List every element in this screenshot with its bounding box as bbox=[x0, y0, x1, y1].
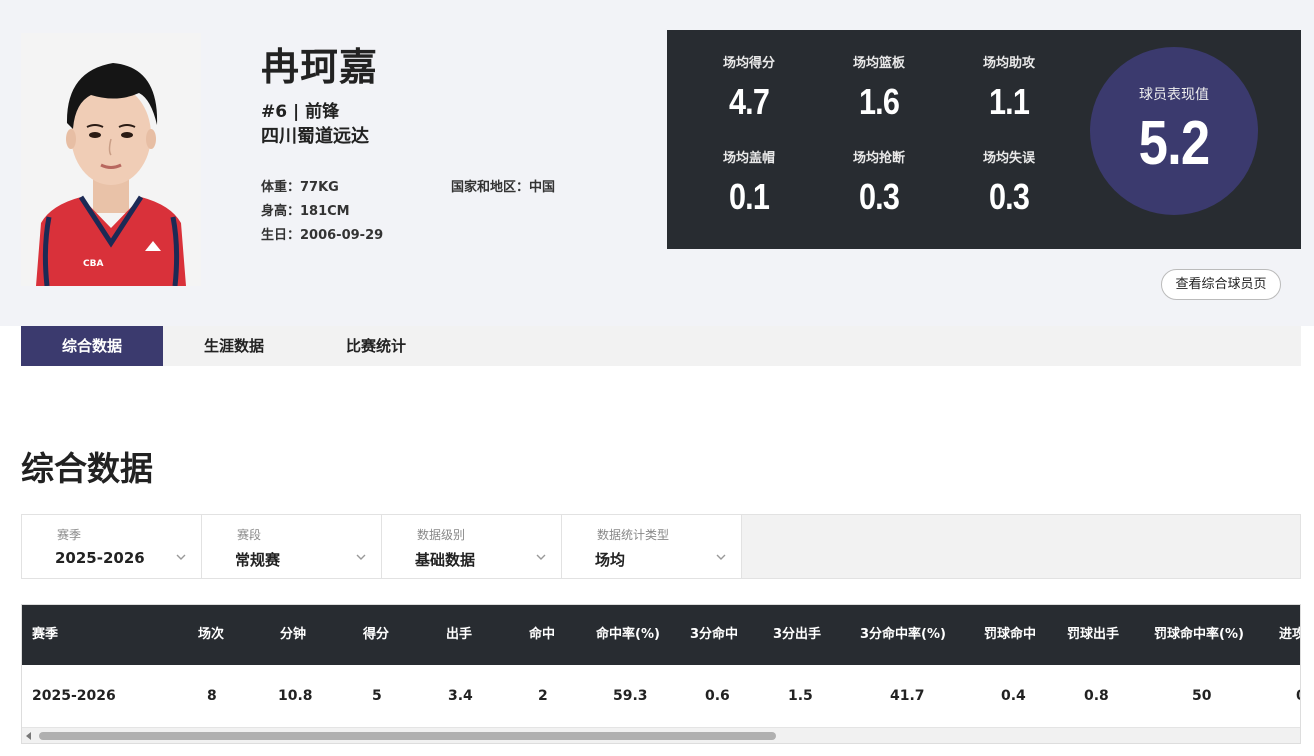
table-cell: 8 bbox=[207, 688, 217, 704]
stat-label: 场均失误 bbox=[982, 151, 1035, 166]
column-header: 赛季 bbox=[32, 627, 59, 642]
column-header: 罚球出手 bbox=[1067, 627, 1120, 642]
table-cell: 2 bbox=[538, 688, 548, 704]
section-title: 综合数据 bbox=[21, 449, 153, 488]
filter-label: 赛季 bbox=[57, 528, 82, 542]
chevron-down-icon bbox=[716, 554, 726, 560]
tab-overall-data[interactable]: 综合数据 bbox=[21, 326, 163, 366]
stat-value: 1.6 bbox=[858, 81, 900, 122]
stat-type-select[interactable]: 数据统计类型 场均 bbox=[562, 515, 742, 578]
filter-label: 赛段 bbox=[237, 528, 262, 542]
tab-game-stats[interactable]: 比赛统计 bbox=[305, 326, 447, 366]
tab-career-data[interactable]: 生涯数据 bbox=[163, 326, 305, 366]
stat-value: 0.1 bbox=[728, 176, 770, 217]
view-player-page-button[interactable]: 查看综合球员页 bbox=[1161, 269, 1281, 300]
column-header: 出手 bbox=[446, 627, 473, 642]
table-cell: 0 bbox=[1296, 665, 1300, 727]
column-header: 罚球命中 bbox=[984, 627, 1037, 642]
table-cell: 50 bbox=[1192, 688, 1212, 704]
table-cell: 59.3 bbox=[613, 688, 648, 704]
stat-points: 场均得分 4.7 bbox=[694, 52, 804, 123]
chevron-down-icon bbox=[356, 554, 366, 560]
stat-value: 4.7 bbox=[728, 81, 770, 122]
column-header: 命中率(%) bbox=[596, 627, 660, 642]
filter-value: 基础数据 bbox=[415, 551, 476, 569]
stat-assists: 场均助攻 1.1 bbox=[954, 52, 1064, 123]
table-cell: 5 bbox=[372, 688, 382, 704]
table-cell: 10.8 bbox=[278, 688, 313, 704]
player-number-position: #6 | 前锋 bbox=[261, 102, 340, 122]
player-birthday: 生日：2006-09-29 bbox=[261, 228, 384, 243]
stat-label: 场均篮板 bbox=[852, 56, 905, 71]
scroll-left-arrow-icon[interactable] bbox=[26, 732, 31, 740]
stat-value: 1.1 bbox=[988, 81, 1030, 122]
column-header: 3分命中 bbox=[690, 627, 739, 642]
stat-label: 场均得分 bbox=[722, 56, 775, 71]
chevron-down-icon bbox=[176, 554, 186, 560]
filter-label: 数据级别 bbox=[417, 528, 466, 542]
player-weight: 体重：77KG bbox=[261, 180, 339, 195]
table-cell: 0.8 bbox=[1084, 688, 1109, 704]
table-cell: 1.5 bbox=[788, 688, 813, 704]
table-cell: 0.6 bbox=[705, 688, 730, 704]
player-photo: CBA bbox=[21, 33, 201, 286]
chevron-down-icon bbox=[536, 554, 546, 560]
filter-value: 常规赛 bbox=[235, 551, 281, 569]
stat-label: 场均盖帽 bbox=[722, 151, 775, 166]
filter-value: 2025-2026 bbox=[55, 549, 145, 567]
column-header: 命中 bbox=[529, 627, 556, 642]
player-team: 四川蜀道远达 bbox=[261, 126, 369, 147]
column-header: 3分出手 bbox=[773, 627, 822, 642]
column-header: 得分 bbox=[363, 627, 390, 642]
performance-label: 球员表现值 bbox=[1139, 87, 1209, 103]
data-level-select[interactable]: 数据级别 基础数据 bbox=[382, 515, 562, 578]
stat-turnovers: 场均失误 0.3 bbox=[954, 147, 1064, 218]
stat-steals: 场均抢断 0.3 bbox=[824, 147, 934, 218]
stat-value: 0.3 bbox=[988, 176, 1030, 217]
table-cell: 0.4 bbox=[1001, 688, 1026, 704]
table-cell: 3.4 bbox=[448, 688, 473, 704]
performance-value: 5.2 bbox=[1138, 109, 1211, 178]
player-name: 冉珂嘉 bbox=[261, 45, 379, 89]
season-select[interactable]: 赛季 2025-2026 bbox=[22, 515, 202, 578]
table-header: 赛季 场次 分钟 得分 出手 命中 命中率(%) 3分命中 3分出手 3分命中率… bbox=[22, 605, 1300, 665]
stat-rebounds: 场均篮板 1.6 bbox=[824, 52, 934, 123]
player-country: 国家和地区：中国 bbox=[451, 180, 556, 195]
tab-bar: 综合数据 生涯数据 比赛统计 bbox=[21, 326, 1301, 366]
player-height: 身高：181CM bbox=[261, 204, 350, 219]
stat-label: 场均抢断 bbox=[852, 151, 905, 166]
column-header: 进攻 bbox=[1279, 627, 1300, 642]
stage-select[interactable]: 赛段 常规赛 bbox=[202, 515, 382, 578]
performance-circle: 球员表现值 5.2 bbox=[1090, 47, 1258, 215]
stat-value: 0.3 bbox=[858, 176, 900, 217]
horizontal-scrollbar[interactable] bbox=[22, 727, 1300, 743]
table-row: 2025-2026 8 10.8 5 3.4 2 59.3 0.6 1.5 41… bbox=[22, 665, 1300, 727]
table-cell: 2025-2026 bbox=[32, 688, 116, 704]
stats-table: 赛季 场次 分钟 得分 出手 命中 命中率(%) 3分命中 3分出手 3分命中率… bbox=[21, 604, 1301, 744]
stat-label: 场均助攻 bbox=[982, 56, 1035, 71]
column-header: 3分命中率(%) bbox=[860, 627, 946, 642]
filter-bar: 赛季 2025-2026 赛段 常规赛 数据级别 基础数据 数据统计类型 场均 bbox=[21, 514, 1301, 579]
stat-blocks: 场均盖帽 0.1 bbox=[694, 147, 804, 218]
stats-panel: 场均得分 4.7 场均篮板 1.6 场均助攻 1.1 场均盖帽 0.1 场均抢断… bbox=[667, 30, 1301, 249]
filter-value: 场均 bbox=[595, 551, 626, 569]
column-header: 场次 bbox=[198, 627, 225, 642]
column-header: 罚球命中率(%) bbox=[1154, 627, 1244, 642]
player-hero: CBA 冉珂嘉 #6 | 前锋 四川蜀道远达 体重：77KG 身高：181CM … bbox=[0, 0, 1314, 326]
jersey-logo-text: CBA bbox=[83, 259, 103, 269]
scrollbar-thumb[interactable] bbox=[39, 732, 776, 740]
filter-label: 数据统计类型 bbox=[597, 528, 670, 542]
column-header: 分钟 bbox=[280, 627, 307, 642]
table-cell: 41.7 bbox=[890, 688, 925, 704]
